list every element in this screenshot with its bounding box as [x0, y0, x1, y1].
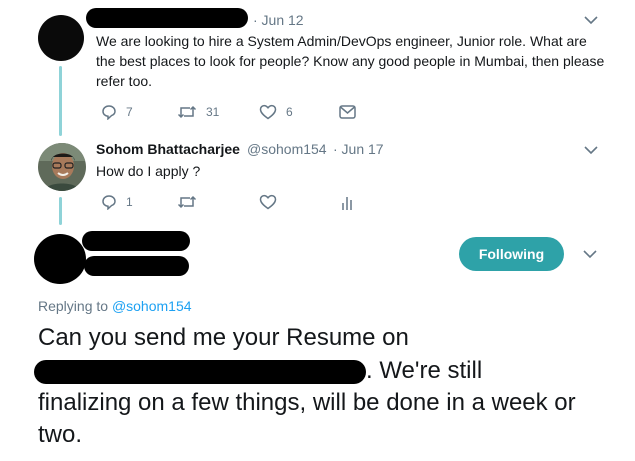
redacted-handle — [84, 256, 189, 276]
reply-icon — [102, 105, 116, 120]
avatar[interactable] — [34, 234, 86, 284]
main-tweet-line-2: . We're still — [366, 357, 483, 384]
tweet-text: We are looking to hire a System Admin/De… — [96, 33, 605, 89]
chevron-down-icon[interactable] — [580, 246, 600, 262]
tweet-text: How do I apply ? — [96, 163, 201, 179]
reply-icon — [102, 195, 116, 210]
reply-button[interactable]: 1 — [101, 194, 133, 210]
main-tweet-line-1: Can you send me your Resume on — [38, 324, 409, 351]
thread-line — [59, 66, 62, 136]
retweet-icon — [177, 195, 197, 209]
like-icon — [259, 194, 277, 210]
direct-message-button[interactable] — [339, 105, 356, 119]
retweet-button[interactable]: 31 — [177, 104, 219, 120]
analytics-button[interactable] — [340, 195, 354, 211]
main-tweet-line-3: finalizing on a few things, will be done… — [38, 389, 576, 448]
like-button[interactable]: 6 — [259, 104, 293, 120]
like-count: 6 — [286, 105, 293, 119]
redacted-name — [82, 231, 190, 251]
redacted-email — [34, 360, 366, 384]
like-icon — [259, 104, 277, 120]
display-name[interactable]: Sohom Bhattacharjee — [96, 141, 240, 157]
avatar[interactable] — [38, 143, 86, 191]
reply-button[interactable]: 7 — [101, 104, 133, 120]
thread-line — [59, 197, 62, 225]
redacted-name — [86, 8, 248, 28]
handle[interactable]: @sohom154 — [247, 141, 327, 157]
tweet-date[interactable]: · Jun 12 — [253, 12, 304, 28]
chevron-down-icon[interactable] — [581, 12, 601, 28]
following-button[interactable]: Following — [459, 237, 564, 271]
reply-count: 1 — [126, 195, 133, 209]
replying-prefix: Replying to — [38, 298, 109, 314]
like-button[interactable] — [259, 194, 277, 210]
replying-to: Replying to @sohom154 — [38, 298, 192, 314]
analytics-icon — [342, 197, 352, 210]
retweet-icon — [177, 105, 197, 119]
reply-count: 7 — [126, 105, 133, 119]
replying-handle-link[interactable]: @sohom154 — [112, 298, 192, 314]
retweet-count: 31 — [206, 105, 220, 119]
retweet-button[interactable] — [177, 194, 197, 210]
tweet-date[interactable]: · Jun 17 — [333, 141, 384, 157]
direct-message-icon — [339, 105, 356, 119]
chevron-down-icon[interactable] — [581, 142, 601, 158]
avatar[interactable] — [38, 15, 84, 61]
